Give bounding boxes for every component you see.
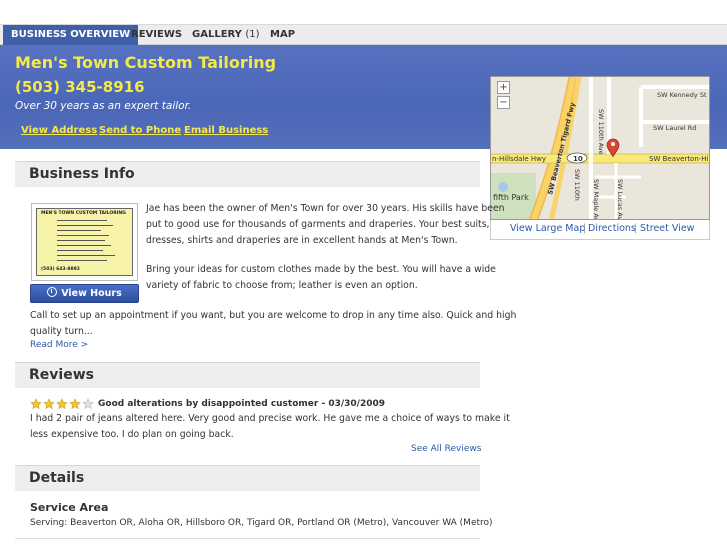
- map-label-laurel: SW Laurel Rd: [653, 124, 696, 132]
- read-more-link[interactable]: Read More >: [30, 340, 88, 350]
- send-to-phone-link[interactable]: Send to Phone: [99, 125, 181, 136]
- details-header: Details: [15, 465, 480, 491]
- reviews-header: Reviews: [15, 362, 480, 388]
- view-address-link[interactable]: View Address: [21, 125, 97, 136]
- divider: [15, 538, 480, 539]
- street-view-link[interactable]: Street View: [640, 223, 694, 234]
- star-filled-icon: [43, 398, 55, 410]
- service-area-text: Serving: Beaverton OR, Aloha OR, Hillsbo…: [30, 518, 493, 528]
- view-hours-button[interactable]: View Hours: [30, 284, 139, 303]
- tab-reviews[interactable]: REVIEWS: [131, 25, 182, 45]
- rating-stars: [30, 398, 96, 410]
- map-label-110th: SW 110th Ave: [597, 109, 605, 155]
- business-phone: (503) 345-8916: [15, 78, 145, 96]
- info-paragraph-1-line: put to good use for thousands of garment…: [146, 219, 490, 230]
- info-paragraph-2: Bring your ideas for custom clothes made…: [146, 262, 496, 294]
- review-text: I had 2 pair of jeans altered here. Very…: [30, 411, 510, 443]
- map-label-hillsdale: n-Hillsdale Hwy: [492, 155, 546, 163]
- business-name: Men's Town Custom Tailoring: [15, 53, 277, 72]
- tab-map[interactable]: MAP: [270, 25, 295, 45]
- star-filled-icon: [56, 398, 68, 410]
- info-paragraph-1-line: Jae has been the owner of Men's Town for…: [146, 203, 505, 214]
- view-large-map-link[interactable]: View Large Map: [510, 223, 585, 234]
- business-card-image: MEN'S TOWN CUSTOM TAILORING (503) 643-88…: [36, 208, 133, 276]
- review-text-line: I had 2 pair of jeans altered here. Very…: [30, 413, 510, 424]
- details-heading: Details: [29, 470, 85, 486]
- info-paragraph-2-line: variety of fabric to choose from; leathe…: [146, 280, 418, 291]
- map-label-maple: SW Maple Ave: [592, 179, 600, 220]
- business-card-photo[interactable]: MEN'S TOWN CUSTOM TAILORING (503) 643-88…: [31, 203, 138, 281]
- info-paragraph-1-line: dresses, shirts and draperies are in exc…: [146, 235, 458, 246]
- info-paragraph-3-line: Call to set up an appointment if you wan…: [30, 310, 517, 321]
- top-bar: [0, 0, 727, 24]
- review-text-line: less expensive too. I do plan on going b…: [30, 429, 234, 440]
- location-map[interactable]: + − SW Kennedy St SW Laurel Rd SW Beaver…: [490, 76, 710, 220]
- star-empty-icon: [82, 398, 94, 410]
- tab-gallery[interactable]: GALLERY (1): [192, 25, 260, 45]
- map-link-separator: |: [583, 223, 587, 234]
- star-filled-icon: [69, 398, 81, 410]
- business-info-heading: Business Info: [29, 166, 135, 182]
- see-all-reviews-link[interactable]: See All Reviews: [411, 444, 481, 454]
- map-label-110th-south: SW 110th: [573, 169, 581, 201]
- map-link-separator: |: [634, 223, 638, 234]
- email-business-link[interactable]: Email Business: [184, 125, 268, 136]
- info-paragraph-3-line: quality turn...: [30, 326, 93, 337]
- clock-icon: [47, 287, 58, 297]
- directions-link[interactable]: Directions: [588, 223, 636, 234]
- business-info-header: Business Info: [15, 161, 480, 187]
- tab-gallery-label: GALLERY: [192, 29, 242, 40]
- map-label-kennedy: SW Kennedy St: [657, 91, 707, 99]
- reviews-heading: Reviews: [29, 367, 94, 383]
- map-label-route: 10: [573, 155, 583, 163]
- review-title[interactable]: Good alterations by disappointed custome…: [98, 399, 385, 409]
- map-link-bar: View Large Map | Directions | Street Vie…: [490, 220, 710, 240]
- tab-business-overview[interactable]: BUSINESS OVERVIEW: [3, 25, 139, 45]
- business-card-title: MEN'S TOWN CUSTOM TAILORING: [41, 211, 126, 216]
- view-hours-label: View Hours: [61, 288, 122, 299]
- tab-bar: BUSINESS OVERVIEW REVIEWS GALLERY (1) MA…: [0, 24, 727, 45]
- tab-gallery-count: (1): [245, 29, 260, 40]
- map-label-lucas: SW Lucas Ave: [616, 179, 624, 220]
- business-card-phone: (503) 643-8892: [41, 267, 80, 272]
- info-paragraph-1: Jae has been the owner of Men's Town for…: [146, 201, 505, 249]
- business-tagline: Over 30 years as an expert tailor.: [15, 100, 192, 112]
- map-label-beaverton-hill: SW Beaverton-Hill: [649, 155, 710, 163]
- service-area-title: Service Area: [30, 501, 109, 514]
- map-label-freeway: SW Beaverton Tigard Fwy: [546, 101, 577, 196]
- info-paragraph-2-line: Bring your ideas for custom clothes made…: [146, 264, 496, 275]
- info-paragraph-3: Call to set up an appointment if you wan…: [30, 308, 516, 340]
- star-filled-icon: [30, 398, 42, 410]
- map-labels: SW Kennedy St SW Laurel Rd SW Beaverton …: [492, 91, 710, 220]
